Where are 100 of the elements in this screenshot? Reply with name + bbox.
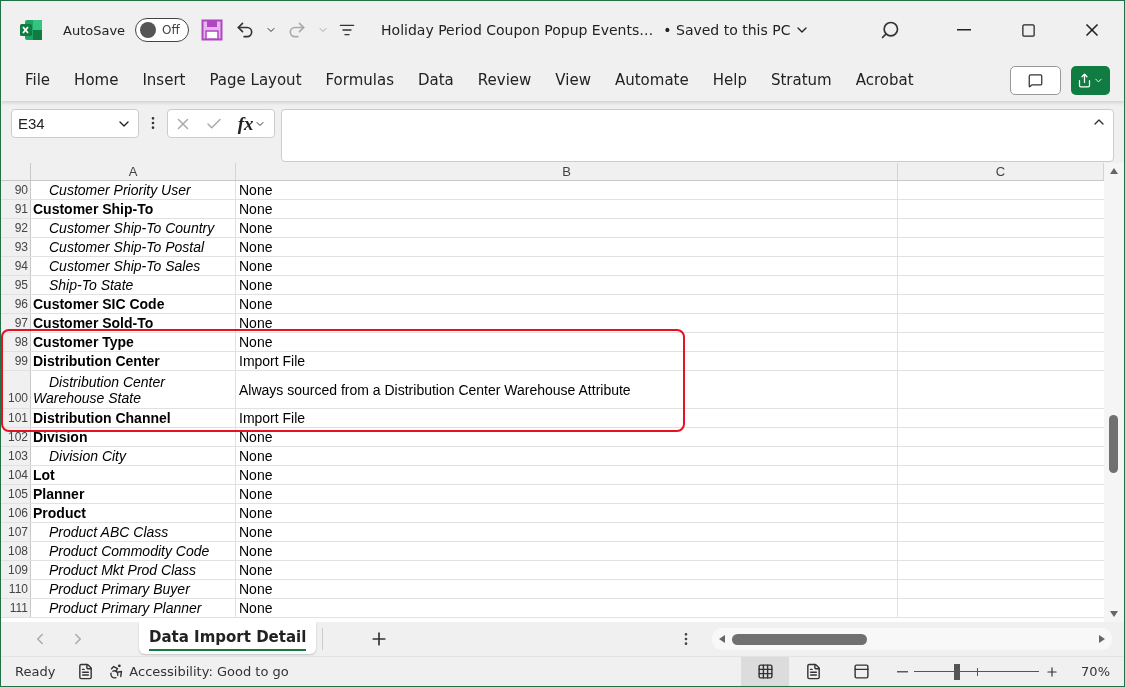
table-cell: None: [236, 181, 898, 199]
table-cell: None: [236, 504, 898, 522]
table-cell: Product Primary Planner: [31, 599, 236, 617]
scroll-thumb[interactable]: [732, 634, 867, 645]
table-cell: None: [236, 580, 898, 598]
table-cell: Customer Ship-To: [31, 200, 236, 218]
ribbon-tab[interactable]: Home: [62, 65, 131, 95]
row-number: 109: [1, 561, 31, 579]
ribbon-tab[interactable]: View: [543, 65, 603, 95]
table-cell: Distribution Center Warehouse State: [31, 371, 236, 408]
autosave-label: AutoSave: [63, 22, 126, 38]
table-cell: Product Commodity Code: [31, 542, 236, 560]
ribbon-tab[interactable]: File: [13, 65, 63, 95]
row-number: 103: [1, 447, 31, 465]
row-number: 107: [1, 523, 31, 541]
table-cell: Customer Ship-To Sales: [31, 257, 236, 275]
zoom-in-button[interactable]: [1045, 664, 1060, 679]
scroll-left-icon[interactable]: [718, 634, 726, 644]
row-number: 100: [1, 371, 31, 408]
table-cell: Planner: [31, 485, 236, 503]
table-cell: None: [236, 561, 898, 579]
ribbon-tab[interactable]: Review: [465, 65, 544, 95]
share-icon: [1077, 72, 1092, 88]
ribbon-tab[interactable]: Data: [406, 65, 466, 95]
table-cell: None: [236, 333, 898, 351]
row-number: 96: [1, 295, 31, 313]
scroll-thumb[interactable]: [1109, 415, 1118, 473]
table-cell: None: [236, 485, 898, 503]
zoom-out-button[interactable]: [897, 670, 909, 673]
row-number: 104: [1, 466, 31, 484]
zoom-slider-thumb[interactable]: [953, 663, 960, 680]
table-cell: Distribution Center: [31, 352, 236, 370]
search-icon[interactable]: [880, 20, 901, 40]
zoom-level: 70%: [1081, 664, 1110, 679]
row-number: 110: [1, 580, 31, 598]
scroll-up-icon[interactable]: [1109, 167, 1119, 175]
table-cell: Product Mkt Prod Class: [31, 561, 236, 579]
table-cell: Customer Priority User: [31, 181, 236, 199]
name-box[interactable]: E34: [11, 109, 139, 138]
table-cell: None: [236, 523, 898, 541]
table-cell: Customer Ship-To Country: [31, 219, 236, 237]
maximize-icon: [1020, 22, 1036, 38]
table-cell: Ship-To State: [31, 276, 236, 294]
ribbon-tab[interactable]: Stratum: [758, 65, 844, 95]
table-cell: None: [236, 447, 898, 465]
row-number: 91: [1, 200, 31, 218]
sheet-tab[interactable]: Data Import Detail: [139, 622, 317, 654]
table-cell: None: [236, 276, 898, 294]
scroll-down-icon[interactable]: [1109, 610, 1119, 618]
ribbon-tab[interactable]: Insert: [130, 65, 198, 95]
table-cell: Product ABC Class: [31, 523, 236, 541]
row-number: 105: [1, 485, 31, 503]
table-cell: Customer Type: [31, 333, 236, 351]
autosave-toggle[interactable]: Off: [135, 18, 190, 42]
ribbon-tab[interactable]: Help: [700, 65, 759, 95]
column-header[interactable]: B: [236, 163, 898, 180]
accessibility-button[interactable]: Accessibility: Good to go: [108, 663, 289, 680]
minimize-icon: [957, 29, 971, 31]
table-cell: None: [236, 466, 898, 484]
row-number: 101: [1, 409, 31, 427]
table-cell: Division: [31, 428, 236, 446]
comments-button[interactable]: [1010, 65, 1061, 95]
row-number: 108: [1, 542, 31, 560]
row-number: 98: [1, 333, 31, 351]
page-break-view-icon: [852, 663, 870, 680]
window-title: Holiday Period Coupon Popup Events…: [381, 22, 654, 38]
table-cell: None: [236, 599, 898, 617]
table-cell: Always sourced from a Distribution Center Warehouse Attribute: [236, 371, 898, 408]
formula-input-field[interactable]: [281, 109, 1114, 162]
view-button[interactable]: [741, 657, 790, 686]
table-cell: None: [236, 428, 898, 446]
row-number: 93: [1, 238, 31, 256]
normal-view-icon: [756, 663, 774, 680]
ribbon-tab[interactable]: Page Layout: [197, 65, 314, 95]
ribbon-tab[interactable]: Formulas: [313, 65, 406, 95]
minus-icon: [897, 670, 909, 673]
table-cell: None: [236, 542, 898, 560]
column-header[interactable]: A: [31, 163, 236, 180]
scroll-right-icon[interactable]: [1098, 634, 1106, 644]
row-number: 99: [1, 352, 31, 370]
plus-icon: [1045, 664, 1060, 679]
table-cell: Customer SIC Code: [31, 295, 236, 313]
comment-icon: [1028, 72, 1043, 88]
horizontal-scrollbar[interactable]: [712, 628, 1112, 650]
save-status-button[interactable]: • Saved to this PC: [663, 22, 811, 38]
table-cell: Customer Ship-To Postal: [31, 238, 236, 256]
table-cell: Product Primary Buyer: [31, 580, 236, 598]
spreadsheet-app-icon: [19, 18, 43, 42]
ribbon-tab[interactable]: Acrobat: [843, 65, 926, 95]
table-cell: None: [236, 219, 898, 237]
share-button[interactable]: [1071, 65, 1110, 95]
ribbon-tab[interactable]: Automate: [602, 65, 701, 95]
status-text: Ready: [15, 664, 56, 679]
table-cell: Customer Sold-To: [31, 314, 236, 332]
row-number: 95: [1, 276, 31, 294]
vertical-scrollbar[interactable]: [1104, 163, 1124, 622]
row-number: 111: [1, 599, 31, 617]
table-cell: Distribution Channel: [31, 409, 236, 427]
table-cell: Import File: [236, 352, 898, 370]
row-number: 94: [1, 257, 31, 275]
